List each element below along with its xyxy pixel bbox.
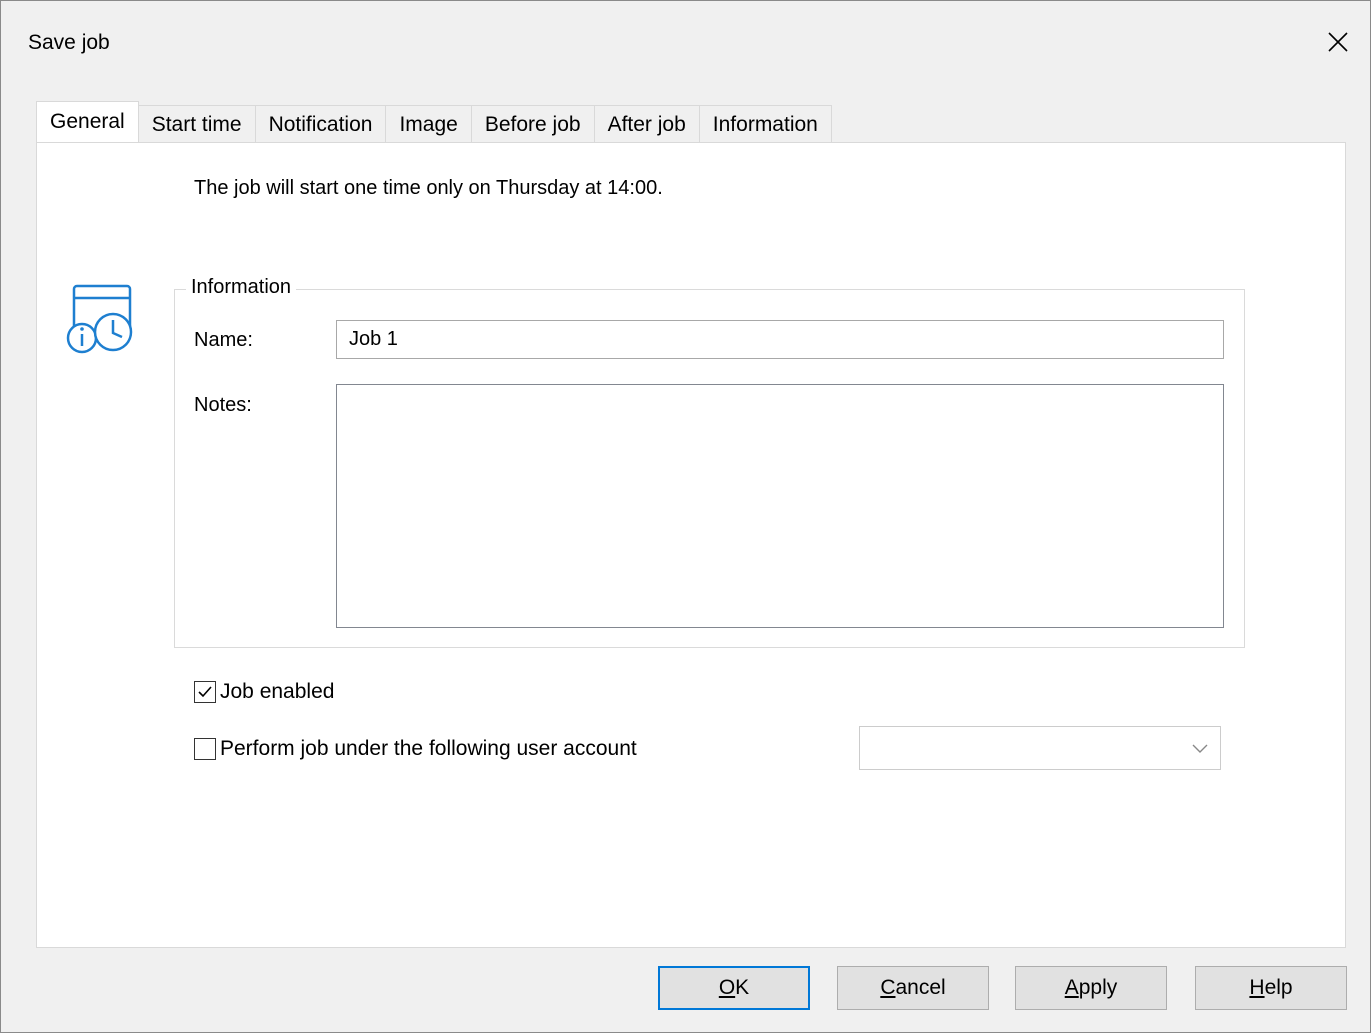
cancel-mnemonic: C bbox=[880, 976, 896, 999]
save-job-dialog: Save job General Start time Notification… bbox=[0, 0, 1371, 1033]
tab-after-job[interactable]: After job bbox=[593, 105, 700, 143]
job-enabled-row[interactable]: Job enabled bbox=[194, 680, 334, 704]
cancel-rest: ancel bbox=[895, 976, 946, 999]
apply-rest: pply bbox=[1078, 976, 1118, 999]
user-account-row[interactable]: Perform job under the following user acc… bbox=[194, 737, 637, 761]
close-icon[interactable] bbox=[1321, 25, 1355, 59]
general-tab-panel: The job will start one time only on Thur… bbox=[36, 142, 1346, 948]
job-enabled-label: Job enabled bbox=[220, 680, 335, 703]
name-input[interactable] bbox=[336, 320, 1224, 359]
tab-image[interactable]: Image bbox=[385, 105, 472, 143]
help-mnemonic: H bbox=[1249, 976, 1265, 999]
tab-strip: General Start time Notification Image Be… bbox=[36, 101, 832, 143]
tab-start-time[interactable]: Start time bbox=[137, 105, 256, 143]
notes-textarea[interactable] bbox=[336, 384, 1224, 628]
user-account-dropdown[interactable] bbox=[859, 726, 1221, 770]
cancel-button[interactable]: Cancel bbox=[837, 966, 989, 1010]
apply-button[interactable]: Apply bbox=[1015, 966, 1167, 1010]
help-rest: elp bbox=[1264, 976, 1293, 999]
chevron-down-icon bbox=[1192, 741, 1208, 759]
job-enabled-checkbox[interactable] bbox=[194, 681, 216, 703]
tab-information[interactable]: Information bbox=[698, 105, 832, 143]
help-button[interactable]: Help bbox=[1195, 966, 1347, 1010]
schedule-description: The job will start one time only on Thur… bbox=[194, 177, 663, 199]
window-title: Save job bbox=[28, 31, 110, 54]
apply-mnemonic: A bbox=[1064, 976, 1079, 999]
tab-before-job[interactable]: Before job bbox=[470, 105, 595, 143]
ok-mnemonic: O bbox=[718, 976, 736, 999]
tab-notification[interactable]: Notification bbox=[254, 105, 387, 143]
name-label: Name: bbox=[194, 329, 253, 351]
ok-rest: K bbox=[735, 976, 750, 999]
ok-button[interactable]: OK bbox=[658, 966, 810, 1010]
user-account-label: Perform job under the following user acc… bbox=[220, 737, 637, 760]
tab-general[interactable]: General bbox=[36, 101, 139, 142]
notes-label: Notes: bbox=[194, 394, 252, 416]
calendar-clock-info-icon bbox=[66, 284, 136, 359]
information-legend: Information bbox=[186, 276, 297, 299]
user-account-checkbox[interactable] bbox=[194, 738, 216, 760]
